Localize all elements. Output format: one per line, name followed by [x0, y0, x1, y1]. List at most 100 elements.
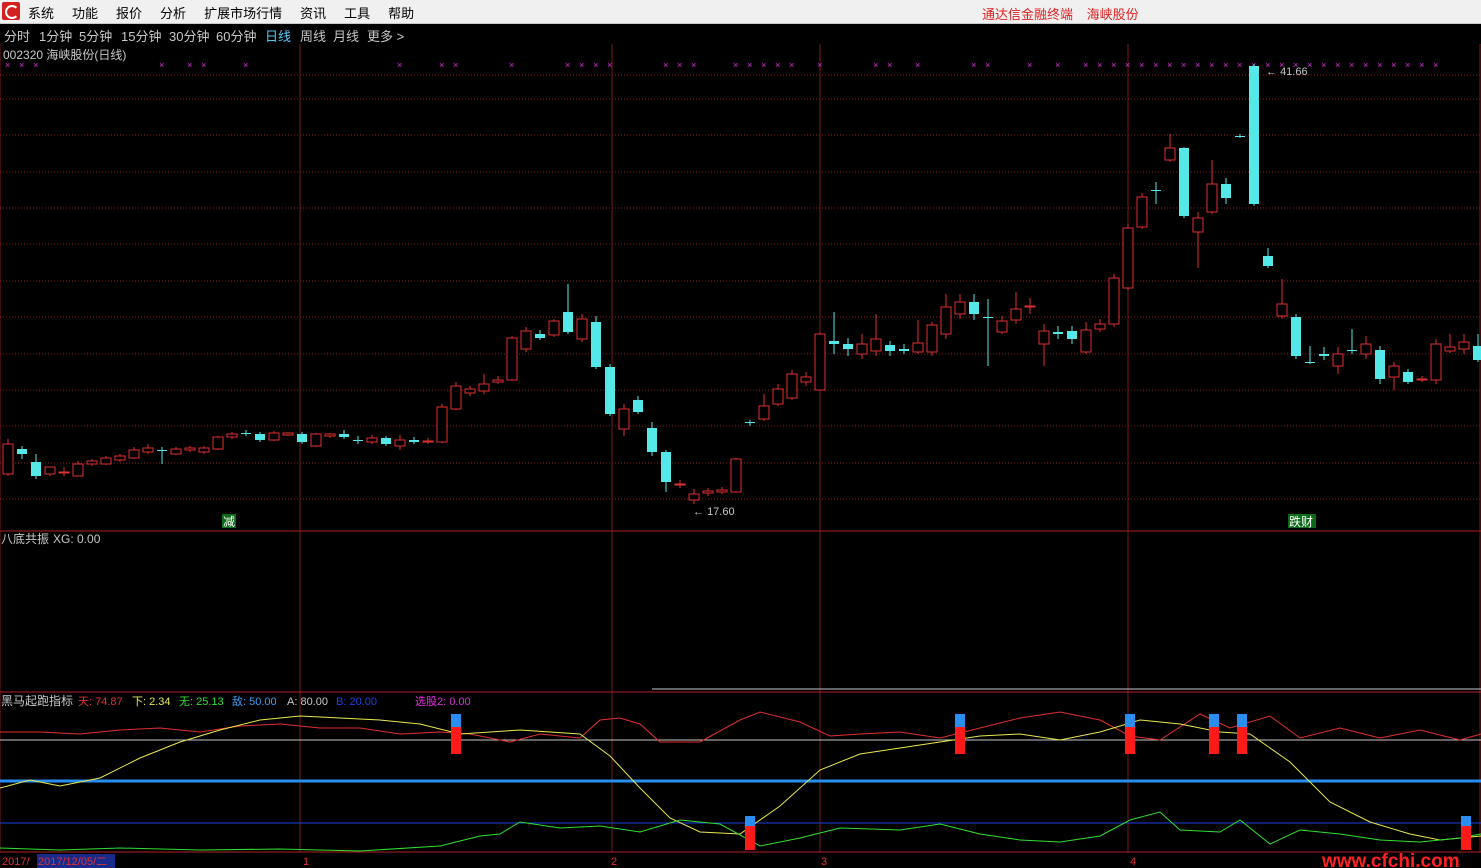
candle[interactable] — [548, 319, 560, 337]
candle[interactable] — [520, 327, 532, 352]
menu-item-2[interactable]: 报价 — [116, 6, 142, 21]
candle[interactable] — [1375, 346, 1385, 384]
candle[interactable] — [786, 370, 798, 400]
menu-item-1[interactable]: 功能 — [72, 6, 98, 21]
candle-body — [1024, 305, 1036, 308]
menu-brand: 通达信金融终端 海峡股份 — [982, 4, 1139, 23]
candle-body — [1388, 365, 1400, 378]
candle-body — [885, 345, 895, 351]
candle-body — [786, 373, 798, 399]
candle[interactable] — [212, 436, 224, 450]
period-tab-6[interactable]: 日线 — [265, 26, 291, 45]
cross-mark-26: × — [915, 60, 920, 70]
candle-body — [1164, 147, 1176, 161]
period-tab-3[interactable]: 15分钟 — [121, 26, 161, 45]
menu-item-7[interactable]: 帮助 — [388, 6, 414, 21]
candle[interactable] — [730, 458, 742, 493]
candle-body — [1136, 196, 1148, 228]
cross-mark-20: × — [761, 60, 766, 70]
menu-item-6[interactable]: 工具 — [344, 6, 370, 21]
candle-body — [843, 344, 853, 349]
candle-body — [450, 385, 462, 410]
candle[interactable] — [1122, 224, 1134, 290]
signal-bar-red-2 — [1125, 727, 1135, 754]
candle-body — [940, 306, 952, 335]
candle-body — [758, 405, 770, 420]
kline-chart[interactable]: × × × × × × × × × × × × × × × × × × × × × × × × × × × × × × × × × × × × × × × ×… — [0, 44, 1481, 868]
candle-body — [58, 471, 70, 474]
candle-body — [1221, 184, 1231, 198]
candle-body — [1458, 341, 1470, 350]
brand-name: 通达信金融终端 — [982, 7, 1074, 22]
candle[interactable] — [926, 322, 938, 356]
candle-body — [31, 462, 41, 476]
candle-body — [157, 450, 167, 451]
candle-body — [492, 379, 504, 383]
signal-diecai: 跌财 — [1289, 514, 1313, 529]
candle[interactable] — [1179, 147, 1189, 218]
candle-body — [661, 452, 671, 482]
period-tab-7[interactable]: 周线 — [300, 26, 326, 45]
candle-body — [730, 458, 742, 493]
period-tab-5[interactable]: 60分钟 — [216, 26, 256, 45]
candle-body — [800, 376, 812, 383]
menu-item-0[interactable]: 系统 — [28, 6, 54, 21]
candle[interactable] — [591, 316, 601, 369]
low-arrow: ← — [693, 506, 707, 518]
axis-month-1: 2 — [611, 856, 617, 868]
panel2-xia: 下: 2.34 — [132, 696, 171, 708]
period-tab-1[interactable]: 1分钟 — [39, 26, 72, 45]
candle[interactable] — [1136, 193, 1148, 229]
signal-bar-blue-0 — [451, 714, 461, 727]
candle-body — [1305, 362, 1315, 363]
candle-body — [114, 455, 126, 461]
cross-mark-48: × — [1321, 60, 1326, 70]
candle[interactable] — [282, 432, 294, 436]
brand-stock: 海峡股份 — [1086, 7, 1139, 22]
cross-mark-22: × — [789, 60, 794, 70]
menu-item-4[interactable]: 扩展市场行情 — [204, 6, 282, 21]
candle-body — [44, 466, 56, 475]
candle[interactable] — [436, 404, 448, 443]
period-tab-8[interactable]: 月线 — [333, 26, 359, 45]
cross-mark-36: × — [1153, 60, 1158, 70]
candle-body — [829, 341, 839, 344]
candle-body — [1235, 136, 1245, 137]
candle-body — [1263, 256, 1273, 266]
candle[interactable] — [506, 336, 518, 381]
candle-body — [241, 433, 251, 434]
candle-body — [353, 440, 363, 441]
candle[interactable] — [450, 382, 462, 410]
candle[interactable] — [1430, 339, 1442, 384]
candle-body — [72, 463, 84, 477]
candle-body — [899, 349, 909, 351]
cross-mark-4: × — [187, 60, 192, 70]
candle[interactable] — [814, 332, 826, 391]
low-arrow-label: ← 17.60 — [693, 506, 735, 518]
candle-body — [1053, 332, 1063, 334]
cross-mark-49: × — [1335, 60, 1340, 70]
period-tab-9[interactable]: 更多 > — [367, 26, 404, 45]
candle-body — [297, 434, 307, 442]
menu-item-3[interactable]: 分析 — [160, 6, 186, 21]
candle[interactable] — [605, 364, 615, 416]
candle[interactable] — [1249, 64, 1259, 206]
period-tab-0[interactable]: 分时 — [4, 26, 30, 45]
candle-body — [86, 460, 98, 465]
period-tab-4[interactable]: 30分钟 — [169, 26, 209, 45]
candle-body — [745, 422, 755, 423]
period-tab-2[interactable]: 5分钟 — [79, 26, 112, 45]
candle[interactable] — [1291, 314, 1301, 359]
candle-body — [969, 302, 979, 314]
candle-body — [996, 320, 1008, 333]
high-arrow: ← — [1266, 66, 1280, 78]
candle[interactable] — [310, 433, 322, 447]
cross-mark-11: × — [565, 60, 570, 70]
menu-item-5[interactable]: 资讯 — [300, 6, 326, 21]
candle[interactable] — [2, 439, 14, 476]
candle-body — [605, 367, 615, 414]
cross-mark-47: × — [1307, 60, 1312, 70]
panel2-di: 敌: 50.00 — [232, 694, 277, 708]
candle[interactable] — [1108, 274, 1120, 327]
candle[interactable] — [268, 431, 280, 441]
